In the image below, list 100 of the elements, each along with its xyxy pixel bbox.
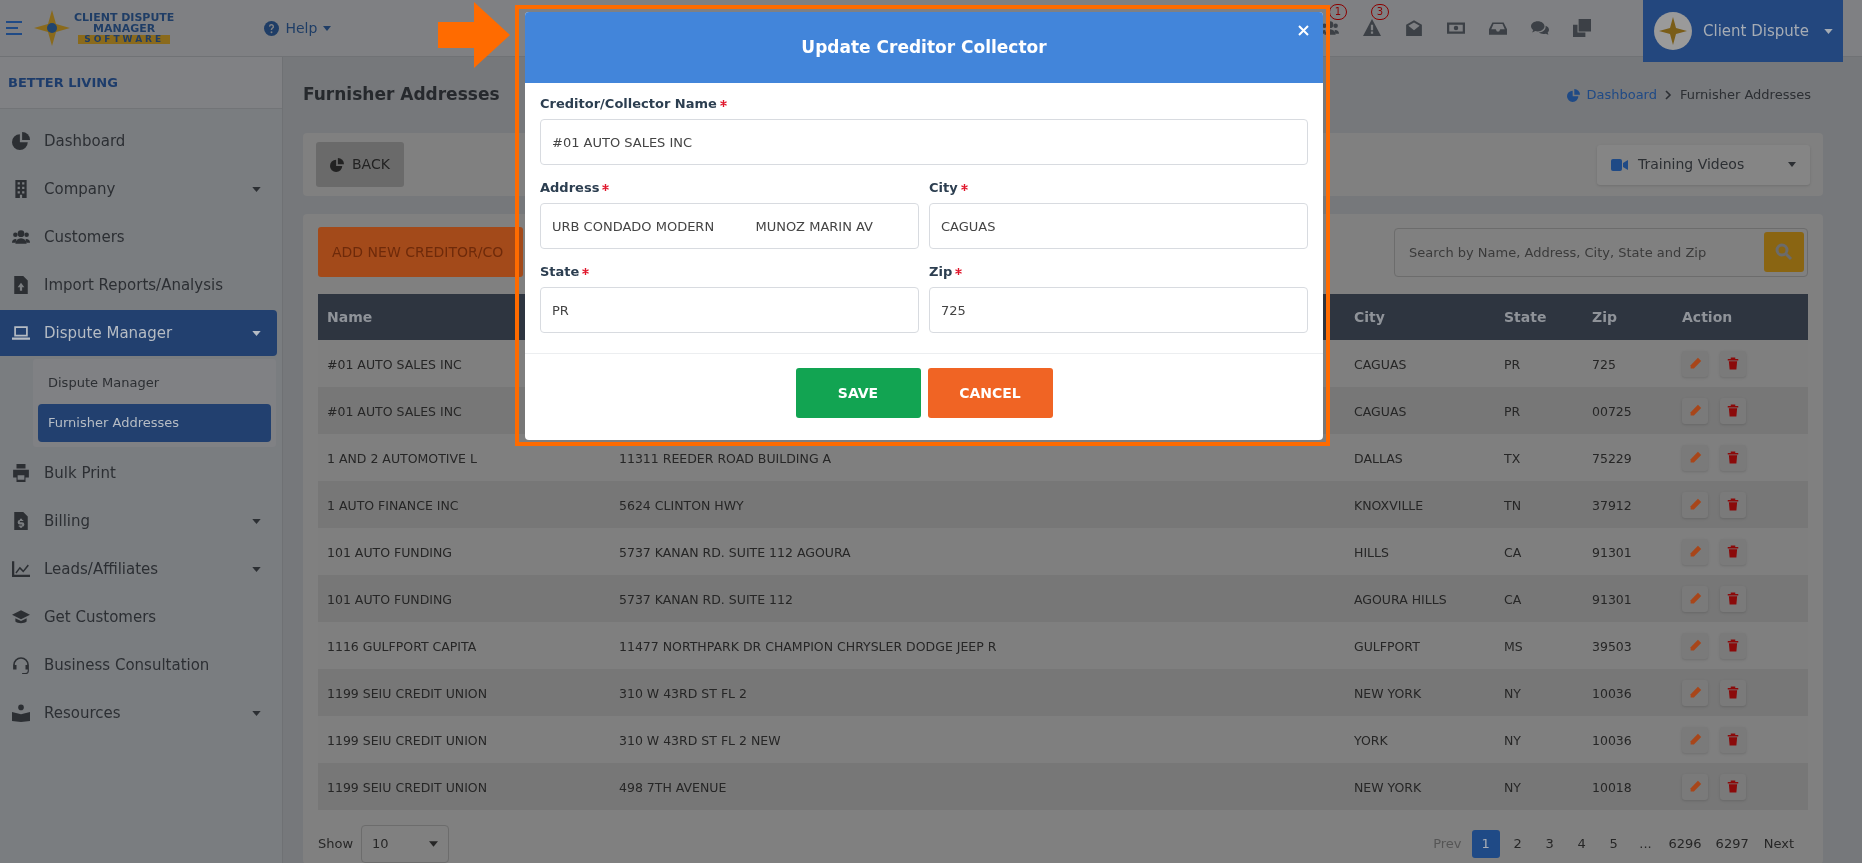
pointer-arrow xyxy=(438,2,510,68)
page-size-select[interactable]: 10 xyxy=(361,825,450,863)
table-cell: 5737 KANAN RD. SUITE 112 xyxy=(619,591,793,607)
sidebar-item[interactable]: Get Customers xyxy=(0,594,277,640)
page-button[interactable]: 2 xyxy=(1503,830,1532,858)
edit-button[interactable] xyxy=(1682,773,1708,800)
delete-button[interactable] xyxy=(1720,773,1746,800)
edit-button[interactable] xyxy=(1682,632,1708,659)
cancel-button[interactable]: CANCEL xyxy=(927,368,1053,418)
delete-button[interactable] xyxy=(1720,444,1746,471)
logo-text: CLIENT DISPUTE xyxy=(74,12,175,23)
edit-button[interactable] xyxy=(1682,679,1708,706)
edit-button[interactable] xyxy=(1682,726,1708,753)
page-button[interactable]: 1 xyxy=(1471,830,1500,858)
search-field[interactable]: Search by Name, Address, City, State and Zip xyxy=(1394,227,1808,277)
table-cell: 00725 xyxy=(1592,403,1632,419)
table-cell: NEW YORK xyxy=(1354,779,1422,795)
table-cell: #01 AUTO SALES INC xyxy=(327,403,462,419)
sidebar-item[interactable]: Dashboard xyxy=(0,118,277,164)
page-button[interactable]: 6296 xyxy=(1663,830,1707,858)
avatar-icon xyxy=(1653,11,1693,51)
text-field[interactable]: PR xyxy=(540,287,919,333)
help-menu[interactable]: Help xyxy=(264,17,332,39)
page-button[interactable]: 4 xyxy=(1567,830,1596,858)
table-cell: NY xyxy=(1504,732,1521,748)
banknote-icon xyxy=(1446,19,1466,37)
profile-menu[interactable]: Client Dispute xyxy=(1643,0,1843,62)
delete-button[interactable] xyxy=(1720,585,1746,612)
printer-icon xyxy=(12,464,30,482)
delete-button[interactable] xyxy=(1720,350,1746,377)
sidebar-item[interactable]: Billing xyxy=(0,498,277,544)
pencil-icon xyxy=(1688,357,1702,370)
edit-button[interactable] xyxy=(1682,491,1708,518)
table-cell: 10036 xyxy=(1592,685,1632,701)
sidebar-item[interactable]: Company xyxy=(0,166,277,212)
page-button[interactable]: 5 xyxy=(1599,830,1628,858)
text-field[interactable]: URB CONDADO MODERN MUNOZ MARIN AV xyxy=(540,203,919,249)
search-button[interactable] xyxy=(1764,231,1804,272)
sidebar-item[interactable]: Business Consultation xyxy=(0,642,277,688)
edit-button[interactable] xyxy=(1682,444,1708,471)
dialog-title: Update Creditor Collector xyxy=(801,35,1047,59)
pie-chart-icon xyxy=(330,157,344,172)
edit-button[interactable] xyxy=(1682,350,1708,377)
trash-icon xyxy=(1727,451,1739,464)
caret-icon xyxy=(1824,28,1833,34)
submenu-item[interactable]: Furnisher Addresses xyxy=(38,404,271,442)
next-button[interactable]: Next xyxy=(1757,834,1800,854)
field-label: City xyxy=(929,178,958,197)
column-header: City xyxy=(1354,309,1385,325)
sidebar-item[interactable]: Dispute Manager xyxy=(0,310,277,356)
trash-icon xyxy=(1727,545,1739,558)
column-header: Name xyxy=(327,309,373,325)
edit-button[interactable] xyxy=(1682,397,1708,424)
text-field[interactable]: 725 xyxy=(929,287,1308,333)
chevron-icon xyxy=(1665,90,1672,100)
sidebar-item[interactable]: Bulk Print xyxy=(0,450,277,496)
save-button[interactable]: SAVE xyxy=(795,368,921,418)
breadcrumb-link[interactable]: Dashboard xyxy=(1567,85,1657,105)
menu-icon[interactable] xyxy=(6,21,22,35)
delete-button[interactable] xyxy=(1720,679,1746,706)
trash-icon xyxy=(1727,733,1739,746)
pencil-icon xyxy=(1688,451,1702,464)
page-button[interactable]: 3 xyxy=(1535,830,1564,858)
table-cell: 10036 xyxy=(1592,732,1632,748)
table-cell: CA xyxy=(1504,591,1522,607)
sidebar-item[interactable]: Import Reports/Analysis xyxy=(0,262,277,308)
table-cell: TX xyxy=(1504,450,1521,466)
help-icon xyxy=(264,20,280,36)
close-button[interactable] xyxy=(1295,22,1311,38)
trash-icon xyxy=(1727,639,1739,652)
text-field[interactable]: #01 AUTO SALES INC xyxy=(540,119,1308,165)
sidebar-item[interactable]: Leads/Affiliates xyxy=(0,546,277,592)
table-cell: AGOURA HILLS xyxy=(1354,591,1447,607)
sidebar-item[interactable]: Resources xyxy=(0,690,277,736)
text-field[interactable]: CAGUAS xyxy=(929,203,1308,249)
graduation-cap-icon xyxy=(12,608,30,626)
delete-button[interactable] xyxy=(1720,632,1746,659)
search-icon xyxy=(1775,242,1793,261)
training-videos-dropdown[interactable]: Training Videos xyxy=(1597,144,1810,185)
back-button[interactable]: BACK xyxy=(316,142,404,187)
delete-button[interactable] xyxy=(1720,726,1746,753)
delete-button[interactable] xyxy=(1720,491,1746,518)
page-button[interactable]: 6297 xyxy=(1710,830,1754,858)
delete-button[interactable] xyxy=(1720,397,1746,424)
invoice-icon xyxy=(12,512,30,530)
laptop-icon xyxy=(12,324,30,342)
sidebar-item[interactable]: Customers xyxy=(0,214,277,260)
table-cell: DALLAS xyxy=(1354,450,1403,466)
page-button[interactable]: ... xyxy=(1631,830,1660,858)
table-cell: TN xyxy=(1504,497,1521,513)
table-cell: YORK xyxy=(1354,732,1388,748)
table-cell: GULFPORT xyxy=(1354,638,1420,654)
edit-button[interactable] xyxy=(1682,538,1708,565)
edit-button[interactable] xyxy=(1682,585,1708,612)
field-label: Address xyxy=(540,178,600,197)
book-icon xyxy=(12,704,30,722)
delete-button[interactable] xyxy=(1720,538,1746,565)
copy-icon xyxy=(1572,19,1592,37)
submenu-item[interactable]: Dispute Manager xyxy=(38,364,271,402)
pie-chart-icon xyxy=(1567,88,1581,102)
